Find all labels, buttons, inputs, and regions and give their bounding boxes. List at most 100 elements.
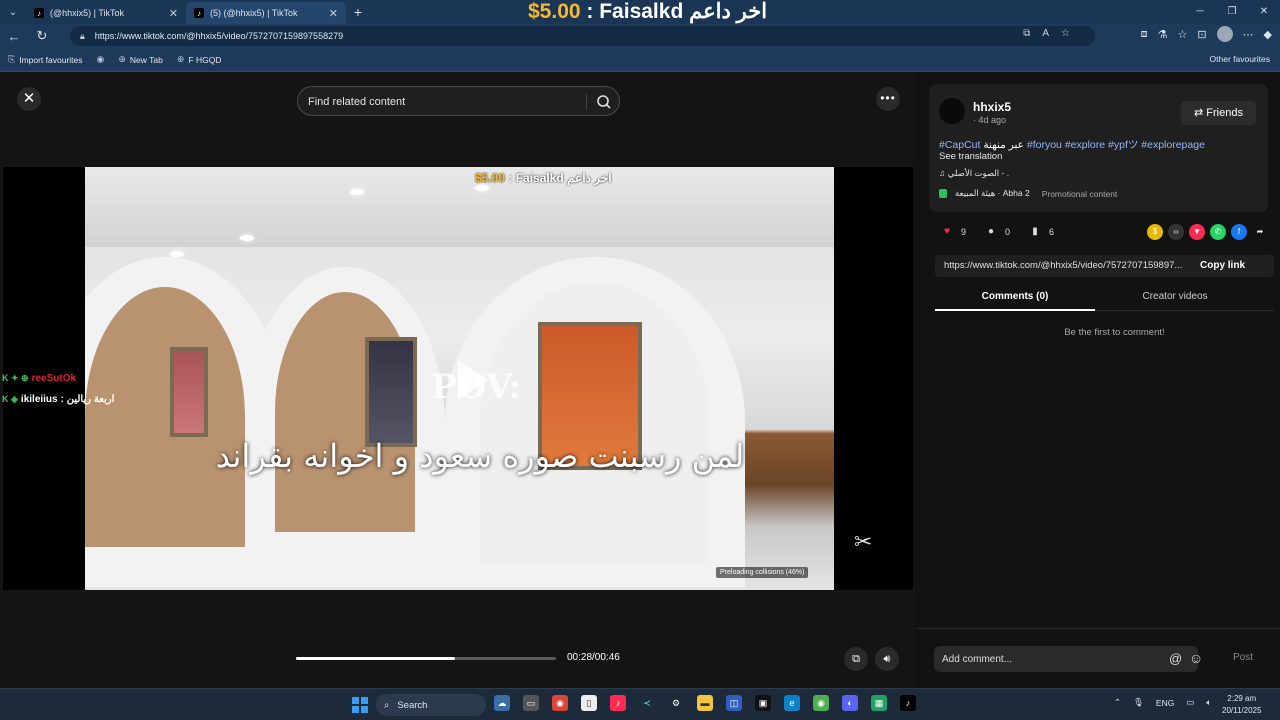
- read-aloud-icon[interactable]: A: [1042, 28, 1049, 39]
- promo-label: Promotional content: [1041, 188, 1118, 199]
- more-options-icon[interactable]: ⋯: [1243, 28, 1254, 41]
- donation-label: اخر داعم: [567, 171, 612, 185]
- file-icon[interactable]: ▯: [581, 695, 597, 711]
- bookmark-import[interactable]: ⎘ Import favourites: [8, 54, 83, 65]
- location-tag[interactable]: هيئة المبيعة · Abha 2: [955, 188, 1030, 199]
- folder-icon[interactable]: ▬: [697, 695, 713, 711]
- share-arrow-icon[interactable]: ➦: [1252, 224, 1268, 240]
- tab-creator-videos[interactable]: Creator videos: [1095, 291, 1255, 302]
- taskbar-search[interactable]: ⌕ Search: [376, 694, 486, 716]
- whatsapp-icon[interactable]: ✆: [1210, 224, 1226, 240]
- store-icon[interactable]: ◫: [726, 695, 742, 711]
- chrome-alt-icon[interactable]: ◉: [813, 695, 829, 711]
- donation-amount: $5.00: [475, 171, 506, 185]
- post-description: #CapCut عبر منهنة #foryou #explore #ypfツ…: [939, 137, 1259, 152]
- display-icon[interactable]: ▭: [1186, 697, 1194, 708]
- tiktok-app-icon[interactable]: ♪: [900, 695, 916, 711]
- mention-icon[interactable]: @: [1169, 651, 1182, 666]
- collections-icon[interactable]: ⊡: [1197, 28, 1206, 41]
- comment-input[interactable]: [942, 651, 1162, 667]
- language-indicator[interactable]: ENG: [1156, 698, 1174, 708]
- vscode-icon[interactable]: ≺: [639, 695, 655, 711]
- close-window-icon[interactable]: ✕: [1248, 0, 1280, 24]
- tab-close-icon[interactable]: ✕: [329, 7, 338, 20]
- chat-line: K ✦ ⊕ reeSutOk: [2, 368, 114, 389]
- donor-name: : Faisalkd: [580, 0, 690, 23]
- bookmark-hgqd[interactable]: ⊕ F HGQD: [177, 54, 222, 65]
- spreadsheet-icon[interactable]: ▦: [871, 695, 887, 711]
- like-action[interactable]: ♥ 9: [939, 224, 966, 240]
- tiktok-icon[interactable]: ♪: [610, 695, 626, 711]
- back-icon[interactable]: ←: [0, 29, 28, 44]
- hashtag[interactable]: #CapCut: [939, 139, 980, 151]
- extensions-icon[interactable]: ⧈: [1141, 28, 1148, 41]
- comment-count: 0: [1005, 227, 1011, 237]
- browser-tab-2[interactable]: ♪ (5) (@hhxix5) | TikTok ✕: [186, 2, 346, 24]
- send-icon[interactable]: ▼: [1189, 224, 1205, 240]
- tab-close-icon[interactable]: ✕: [169, 7, 178, 20]
- emoji-icon[interactable]: ☺: [1189, 650, 1203, 666]
- open-in-app-icon[interactable]: ⧉: [1023, 28, 1030, 39]
- tab-comments[interactable]: Comments (0): [935, 291, 1095, 302]
- taskbar-clock[interactable]: 2:29 am 20/11/2025: [1222, 693, 1261, 717]
- author-avatar[interactable]: [939, 98, 965, 124]
- copilot-icon[interactable]: ◆: [1264, 28, 1272, 41]
- start-icon[interactable]: [352, 697, 368, 713]
- ceiling-light: [475, 185, 489, 191]
- favourites-icon[interactable]: ☆: [1177, 28, 1187, 41]
- video-player[interactable]: $5.00 : Faisalkd اخر داعم POV: لمن رسبنت…: [3, 167, 913, 590]
- refresh-icon[interactable]: ↻: [28, 28, 56, 44]
- sound-link[interactable]: ♫ الصوت الأصلي - .: [939, 168, 1009, 179]
- more-options-button[interactable]: •••: [876, 87, 900, 111]
- copy-link-button[interactable]: Copy link: [1200, 260, 1245, 271]
- edge-icon[interactable]: e: [784, 695, 800, 711]
- comment-action[interactable]: ● 0: [983, 224, 1010, 240]
- browser-tab-1[interactable]: ♪ (@hhxix5) | TikTok ✕: [26, 2, 186, 24]
- minimize-icon[interactable]: ─: [1184, 0, 1216, 24]
- chevron-up-icon[interactable]: ⌃: [1114, 697, 1121, 708]
- friends-button[interactable]: ⇄ Friends: [1181, 101, 1256, 125]
- microphone-icon[interactable]: 🎙︎: [1133, 697, 1144, 708]
- volume-icon[interactable]: 🔊︎: [875, 647, 899, 671]
- hashtag[interactable]: #foryou #explore #ypfツ #explorepage: [1027, 139, 1205, 151]
- author-name[interactable]: hhxix5: [973, 100, 1011, 114]
- tag-row: هيئة المبيعة · Abha 2 Promotional conten…: [939, 188, 1117, 199]
- progress-bar[interactable]: [296, 657, 556, 660]
- widgets-icon[interactable]: ☁: [494, 695, 510, 711]
- favourite-star-icon[interactable]: ☆: [1061, 28, 1070, 39]
- task-view-icon[interactable]: ▭: [523, 695, 539, 711]
- chrome-icon[interactable]: ◉: [552, 695, 568, 711]
- taskbar-search-label: Search: [397, 699, 428, 711]
- profile-avatar[interactable]: [1216, 26, 1233, 42]
- video-link[interactable]: https://www.tiktok.com/@hhxix5/video/757…: [944, 260, 1189, 271]
- chat-badges: K ✦ ⊕: [2, 373, 29, 383]
- search-icon[interactable]: [596, 94, 612, 110]
- stream-chat-overlay: K ✦ ⊕ reeSutOk K ◈ ikileiius : اربعة ريا…: [2, 368, 114, 410]
- other-favourites[interactable]: Other favourites: [1210, 54, 1270, 64]
- facebook-icon[interactable]: f: [1231, 224, 1247, 240]
- split-screen-icon[interactable]: ⚗: [1158, 28, 1168, 41]
- maximize-icon[interactable]: ❐: [1216, 0, 1248, 24]
- close-video-button[interactable]: ✕: [17, 87, 41, 111]
- embed-icon[interactable]: ‹›: [1168, 224, 1184, 240]
- progress-fill: [296, 657, 455, 660]
- new-tab-button[interactable]: +: [346, 4, 370, 20]
- play-icon[interactable]: [458, 360, 488, 400]
- comment-tabs: Comments (0) Creator videos: [935, 287, 1274, 311]
- bookmark-new-tab[interactable]: ⊕ New Tab: [118, 54, 162, 65]
- bookmark-discord[interactable]: ◉: [97, 54, 105, 65]
- discord-icon[interactable]: ◐: [842, 695, 858, 711]
- app-icon[interactable]: ▣: [755, 695, 771, 711]
- settings-gear-icon[interactable]: ⚙: [668, 695, 684, 711]
- post-comment-button[interactable]: Post: [1233, 652, 1253, 663]
- speaker-icon[interactable]: 🔈︎: [1206, 697, 1211, 708]
- save-action[interactable]: ▮ 6: [1027, 224, 1054, 240]
- tab-actions-menu[interactable]: ⌄: [0, 0, 26, 24]
- see-translation-link[interactable]: See translation: [939, 151, 1002, 162]
- related-search-input[interactable]: [308, 93, 578, 111]
- chat-line: K ◈ ikileiius : اربعة ريالين: [2, 389, 114, 410]
- url-field[interactable]: 🔒︎ https://www.tiktok.com/@hhxix5/video/…: [70, 26, 1095, 46]
- coin-icon[interactable]: $: [1147, 224, 1163, 240]
- globe-icon: ⊕: [176, 54, 185, 64]
- pip-icon[interactable]: ⧉: [844, 647, 868, 671]
